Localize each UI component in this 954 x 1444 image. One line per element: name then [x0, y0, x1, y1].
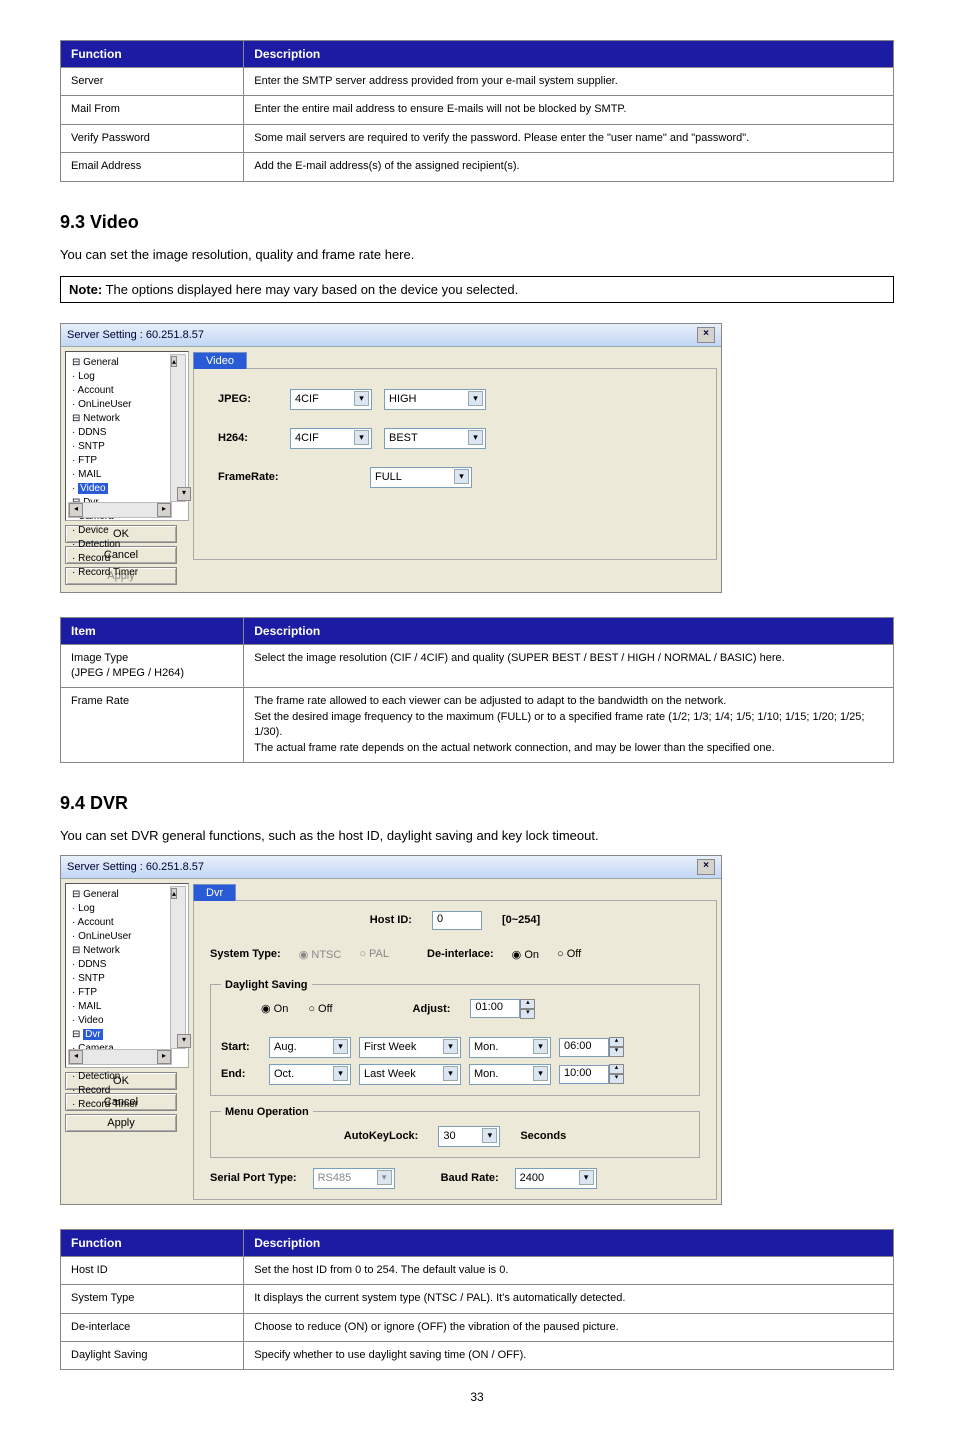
- close-icon[interactable]: ×: [697, 859, 715, 875]
- table-row: Mail FromEnter the entire mail address t…: [61, 96, 894, 124]
- start-time-spinner[interactable]: ▴▾: [609, 1037, 624, 1057]
- mo-legend: Menu Operation: [221, 1106, 313, 1118]
- dvr-settings-dialog: Server Setting : 60.251.8.57 × ⊟ General…: [60, 855, 722, 1205]
- col-description: Description: [244, 617, 894, 644]
- jpeg-quality-select[interactable]: HIGH: [384, 389, 486, 410]
- end-month-select[interactable]: Oct.: [269, 1064, 351, 1085]
- serial-port-type-select[interactable]: RS485: [313, 1168, 395, 1189]
- start-month-select[interactable]: Aug.: [269, 1037, 351, 1058]
- h264-label: H264:: [218, 432, 278, 444]
- end-time-spinner[interactable]: ▴▾: [609, 1064, 624, 1084]
- framerate-select[interactable]: FULL: [370, 467, 472, 488]
- table-row: Daylight SavingSpecify whether to use da…: [61, 1342, 894, 1370]
- deint-off-radio[interactable]: Off: [557, 948, 581, 960]
- note-label: Note:: [69, 282, 102, 297]
- dvr-function-table: Function Description Host IDSet the host…: [60, 1229, 894, 1371]
- jpeg-resolution-select[interactable]: 4CIF: [290, 389, 372, 410]
- page-number: 33: [60, 1390, 894, 1404]
- end-time-input[interactable]: 10:00: [559, 1065, 609, 1084]
- daylight-saving-fieldset: Daylight Saving On Off Adjust: 01:00▴▾ S…: [210, 979, 700, 1096]
- deint-on-radio[interactable]: On: [512, 948, 539, 961]
- table-row: Image Type (JPEG / MPEG / H264)Select th…: [61, 644, 894, 688]
- hostid-input[interactable]: 0: [432, 911, 482, 930]
- jpeg-label: JPEG:: [218, 393, 278, 405]
- tree-hscroll[interactable]: ◂▸: [68, 502, 172, 518]
- table-row: Verify PasswordSome mail servers are req…: [61, 124, 894, 152]
- tree-item-video[interactable]: Video: [78, 483, 107, 494]
- col-function: Function: [61, 1229, 244, 1256]
- start-time-input[interactable]: 06:00: [559, 1038, 609, 1057]
- apply-button[interactable]: Apply: [65, 1114, 177, 1132]
- adjust-label: Adjust:: [413, 1003, 451, 1015]
- tree-item-dvr[interactable]: Dvr: [83, 1029, 103, 1040]
- table-row: Email AddressAdd the E-mail address(s) o…: [61, 153, 894, 181]
- video-intro: You can set the image resolution, qualit…: [60, 247, 894, 262]
- table-row: De-interlaceChoose to reduce (ON) or ign…: [61, 1313, 894, 1341]
- menu-operation-fieldset: Menu Operation AutoKeyLock: 30 Seconds: [210, 1106, 700, 1158]
- table-row: Frame RateThe frame rate allowed to each…: [61, 688, 894, 763]
- tree-vscroll[interactable]: ▴▾: [170, 886, 186, 1049]
- ntsc-radio[interactable]: NTSC: [299, 948, 342, 961]
- settings-tree[interactable]: ⊟ General · Log · Account · OnLineUser ⊟…: [65, 883, 189, 1068]
- framerate-label: FrameRate:: [218, 471, 358, 483]
- col-description: Description: [244, 1229, 894, 1256]
- section-video-heading: 9.3 Video: [60, 212, 894, 233]
- table-row: Host IDSet the host ID from 0 to 254. Th…: [61, 1256, 894, 1284]
- adjust-input[interactable]: 01:00: [470, 999, 520, 1018]
- section-dvr-heading: 9.4 DVR: [60, 793, 894, 814]
- start-week-select[interactable]: First Week: [359, 1037, 461, 1058]
- end-week-select[interactable]: Last Week: [359, 1064, 461, 1085]
- col-function: Function: [61, 41, 244, 68]
- col-item: Item: [61, 617, 244, 644]
- start-label: Start:: [221, 1041, 261, 1053]
- settings-tree[interactable]: ⊟ General · Log · Account · OnLineUser ⊟…: [65, 351, 189, 521]
- smtp-function-table: Function Description ServerEnter the SMT…: [60, 40, 894, 182]
- dialog-title: Server Setting : 60.251.8.57: [67, 861, 204, 873]
- close-icon[interactable]: ×: [697, 327, 715, 343]
- end-label: End:: [221, 1068, 261, 1080]
- ds-legend: Daylight Saving: [221, 979, 312, 991]
- autokeylock-select[interactable]: 30: [438, 1126, 500, 1147]
- ds-off-radio[interactable]: Off: [308, 1003, 332, 1015]
- table-row: System TypeIt displays the current syste…: [61, 1285, 894, 1313]
- deinterlace-label: De-interlace:: [427, 948, 494, 960]
- table-row: ServerEnter the SMTP server address prov…: [61, 68, 894, 96]
- h264-quality-select[interactable]: BEST: [384, 428, 486, 449]
- video-item-table: Item Description Image Type (JPEG / MPEG…: [60, 617, 894, 763]
- start-dow-select[interactable]: Mon.: [469, 1037, 551, 1058]
- baud-rate-label: Baud Rate:: [441, 1172, 499, 1184]
- adjust-spinner[interactable]: ▴▾: [520, 999, 535, 1019]
- serial-port-type-label: Serial Port Type:: [210, 1172, 297, 1184]
- video-settings-dialog: Server Setting : 60.251.8.57 × ⊟ General…: [60, 323, 722, 593]
- note-text: The options displayed here may vary base…: [106, 282, 519, 297]
- tree-hscroll[interactable]: ◂▸: [68, 1049, 172, 1065]
- col-description: Description: [244, 41, 894, 68]
- autokeylock-label: AutoKeyLock:: [344, 1130, 419, 1142]
- baud-rate-select[interactable]: 2400: [515, 1168, 597, 1189]
- dialog-title: Server Setting : 60.251.8.57: [67, 329, 204, 341]
- dvr-intro: You can set DVR general functions, such …: [60, 828, 894, 843]
- h264-resolution-select[interactable]: 4CIF: [290, 428, 372, 449]
- end-dow-select[interactable]: Mon.: [469, 1064, 551, 1085]
- tab-video[interactable]: Video: [193, 352, 247, 369]
- ds-on-radio[interactable]: On: [261, 1002, 288, 1015]
- hostid-range: [0~254]: [502, 914, 540, 926]
- tree-vscroll[interactable]: ▴▾: [170, 354, 186, 502]
- tab-dvr[interactable]: Dvr: [193, 884, 236, 901]
- hostid-label: Host ID:: [370, 914, 412, 926]
- autokeylock-unit: Seconds: [520, 1130, 566, 1142]
- pal-radio[interactable]: PAL: [359, 948, 389, 960]
- video-note: Note: The options displayed here may var…: [60, 276, 894, 303]
- systemtype-label: System Type:: [210, 948, 281, 960]
